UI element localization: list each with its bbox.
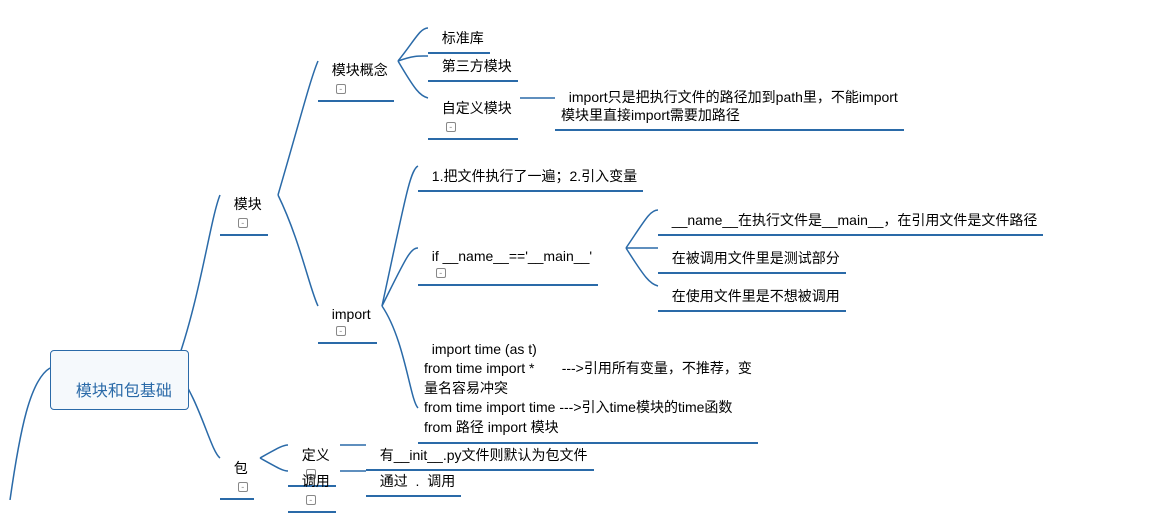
nametest-b-text: 在被调用文件里是测试部分: [672, 250, 840, 266]
import-effect-text: 1.把文件执行了一遍；2.引入变量: [432, 168, 637, 184]
module-node[interactable]: 模块 -: [220, 176, 268, 236]
toggle-icon[interactable]: -: [436, 268, 446, 278]
import-syntax-text: import time (as t) from time import * --…: [424, 341, 752, 435]
custom-note-node[interactable]: import只是把执行文件的路径加到path里，不能import 模块里直接im…: [555, 68, 904, 131]
import-node[interactable]: import -: [318, 288, 377, 344]
import-syntax-node[interactable]: import time (as t) from time import * --…: [418, 318, 758, 444]
nametest-c-node[interactable]: 在使用文件里是不想被调用: [658, 268, 846, 312]
thirdparty-label: 第三方模块: [442, 58, 512, 74]
package-node[interactable]: 包 -: [220, 440, 254, 500]
import-label: import: [332, 306, 371, 322]
custom-module-node[interactable]: 自定义模块 -: [428, 80, 518, 140]
module-label: 模块: [234, 196, 262, 212]
nametest-a-text: __name__在执行文件是__main__，在引用文件是文件路径: [672, 212, 1038, 228]
package-call-label: 调用: [302, 473, 330, 489]
module-concept-node[interactable]: 模块概念 -: [318, 42, 394, 102]
root-node[interactable]: 模块和包基础: [50, 350, 189, 410]
package-call-text-node[interactable]: 通过 . 调用: [366, 453, 461, 497]
custom-note-text: import只是把执行文件的路径加到path里，不能import 模块里直接im…: [561, 89, 898, 123]
package-call-text: 通过 . 调用: [380, 473, 455, 489]
root-label: 模块和包基础: [76, 383, 172, 400]
nametest-c-text: 在使用文件里是不想被调用: [672, 288, 840, 304]
toggle-icon[interactable]: -: [446, 122, 456, 132]
toggle-icon[interactable]: -: [336, 84, 346, 94]
toggle-icon[interactable]: -: [306, 495, 316, 505]
custom-label: 自定义模块: [442, 100, 512, 116]
toggle-icon[interactable]: -: [238, 218, 248, 228]
thirdparty-node[interactable]: 第三方模块: [428, 38, 518, 82]
toggle-icon[interactable]: -: [336, 326, 346, 336]
package-call-node[interactable]: 调用 -: [288, 453, 336, 513]
import-effect-node[interactable]: 1.把文件执行了一遍；2.引入变量: [418, 148, 643, 192]
nametest-cond: if __name__=='__main__': [432, 248, 592, 264]
module-concept-label: 模块概念: [332, 62, 388, 78]
toggle-icon[interactable]: -: [238, 482, 248, 492]
nametest-node[interactable]: if __name__=='__main__' -: [418, 230, 598, 286]
package-label: 包: [234, 460, 248, 476]
